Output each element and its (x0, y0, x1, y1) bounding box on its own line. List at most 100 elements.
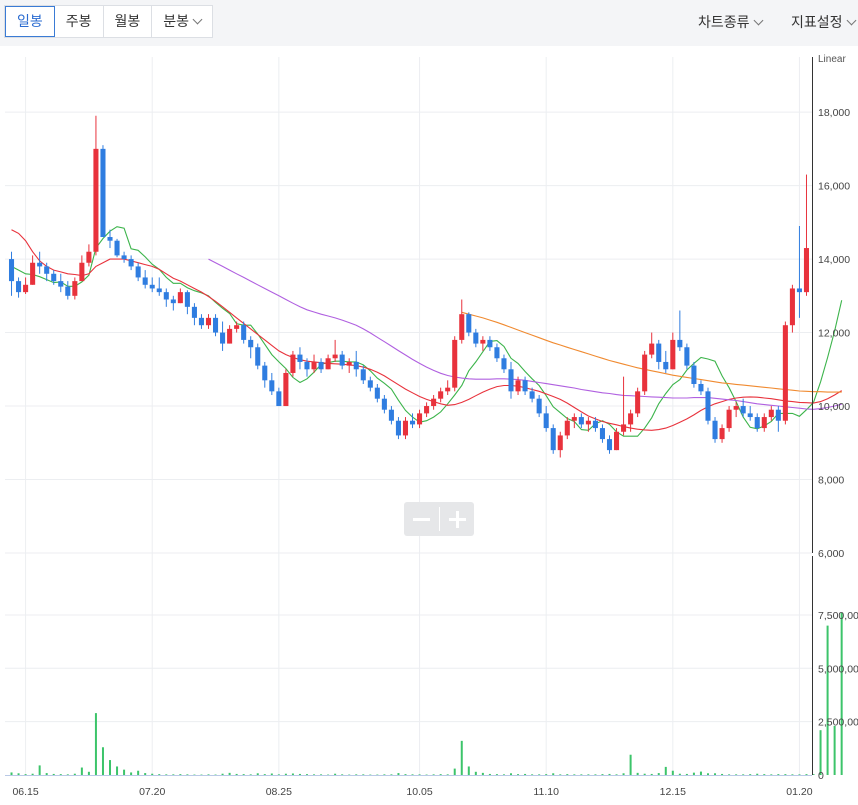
candle-body (571, 417, 577, 421)
candle-body (698, 383, 704, 392)
period-tabs: 일봉 주봉 월봉 분봉 (4, 5, 214, 38)
volume-bar (59, 774, 62, 775)
volume-bar (552, 773, 555, 775)
price-axis-ticks: 6,000 8,000 10,000 12,000 14,000 16,000 18,000 (818, 107, 850, 560)
volume-bar (721, 773, 724, 775)
candle-body (789, 288, 795, 326)
volume-bar (833, 725, 836, 775)
volume-bar (524, 773, 527, 775)
volume-bar (784, 774, 787, 775)
price-tick-label: 14,000 (818, 254, 850, 266)
candle-body (480, 339, 486, 344)
candle-body (184, 292, 190, 307)
stock-chart[interactable]: Linear 6,000 8,000 10,000 12,000 14,000 16,00… (0, 46, 858, 805)
date-tick-label: 08.25 (266, 786, 292, 798)
candle-body (473, 332, 479, 344)
candle-body (445, 387, 451, 392)
volume-bar (179, 774, 182, 775)
tab-daily[interactable]: 일봉 (5, 6, 55, 37)
candle-body (761, 417, 767, 429)
candle-body (452, 339, 458, 388)
volume-bar (453, 768, 456, 775)
price-tick-label: 8,000 (818, 475, 844, 487)
zoom-out-button[interactable] (404, 502, 438, 536)
candle-body (656, 343, 662, 362)
volume-bar (31, 773, 34, 775)
volume-bar (840, 612, 843, 775)
price-tick-label: 10,000 (818, 401, 850, 413)
chart-type-menu[interactable]: 차트종류 (698, 12, 763, 32)
candle-body (684, 347, 690, 366)
volume-bar (678, 773, 681, 775)
volume-bar (137, 770, 140, 775)
volume-bar (404, 774, 407, 775)
candle-body (332, 354, 338, 359)
candle-body (614, 431, 620, 451)
candle-body (466, 314, 472, 333)
volume-bar (763, 774, 766, 775)
candle-body (726, 409, 732, 429)
candle-body (374, 387, 380, 399)
candle-body (705, 391, 711, 421)
volume-bar (45, 773, 48, 775)
volume-bar (284, 773, 287, 775)
candle-body (796, 288, 802, 293)
candle-body (353, 361, 359, 370)
indicator-settings-menu[interactable]: 지표설정 (791, 12, 856, 32)
volume-bar (242, 774, 245, 775)
volume-bar (52, 773, 55, 775)
tab-minute[interactable]: 분봉 (152, 6, 212, 37)
candle-body (803, 248, 810, 293)
volume-bar (749, 774, 752, 775)
candle-body (234, 325, 240, 329)
volume-bar (38, 765, 41, 775)
tab-monthly[interactable]: 월봉 (104, 6, 153, 37)
candle-body (459, 314, 465, 340)
volume-bar (270, 773, 273, 775)
candle-body (262, 365, 268, 381)
candle-body (170, 299, 176, 304)
candle-body (276, 391, 282, 407)
candle-body (23, 284, 29, 293)
volume-bar (228, 772, 231, 775)
date-tick-label: 10.05 (406, 786, 432, 798)
candle-body (487, 339, 493, 348)
volume-bar (10, 772, 13, 775)
candle-body (304, 361, 310, 370)
indicator-settings-label: 지표설정 (791, 14, 843, 30)
volume-bar (116, 766, 119, 775)
volume-bar (24, 774, 27, 775)
date-tick-label: 12.15 (660, 786, 686, 798)
volume-bar (629, 754, 632, 775)
volume-bar (517, 774, 520, 775)
candle-body (712, 420, 718, 440)
volume-bar (643, 773, 646, 775)
scale-label: Linear (818, 54, 846, 65)
volume-bar (17, 773, 20, 775)
volume-bars (10, 612, 843, 776)
tab-minute-label: 분봉 (163, 13, 190, 29)
candle-body (409, 420, 416, 425)
volume-tick-label: 2,500,00 (818, 717, 858, 729)
tab-weekly[interactable]: 주봉 (55, 6, 104, 37)
candle-body (107, 237, 113, 241)
zoom-in-button[interactable] (440, 502, 474, 536)
candle-body (51, 273, 57, 282)
candle-body (360, 369, 366, 381)
candle-body (417, 413, 423, 425)
volume-bar (495, 774, 498, 775)
date-axis-ticks: 06.15 07.20 08.25 10.05 11.10 12.15 01.20 (12, 786, 812, 798)
candle-body (163, 292, 169, 300)
volume-bar (221, 773, 224, 775)
volume-bar (488, 773, 491, 775)
candle-body (367, 380, 373, 388)
ma20-line (11, 229, 842, 431)
candle-body (339, 354, 345, 366)
chart-toolbar: 일봉 주봉 월봉 분봉 차트종류 지표설정 (0, 0, 858, 46)
volume-axis-ticks: 0 2,500,00 5,000,00 7,500,00 (818, 610, 858, 782)
volume-bar (650, 773, 653, 775)
candle-body (501, 358, 507, 370)
volume-tick-label: 0 (818, 770, 824, 782)
volume-bar (545, 774, 548, 775)
candle-body (220, 332, 226, 344)
